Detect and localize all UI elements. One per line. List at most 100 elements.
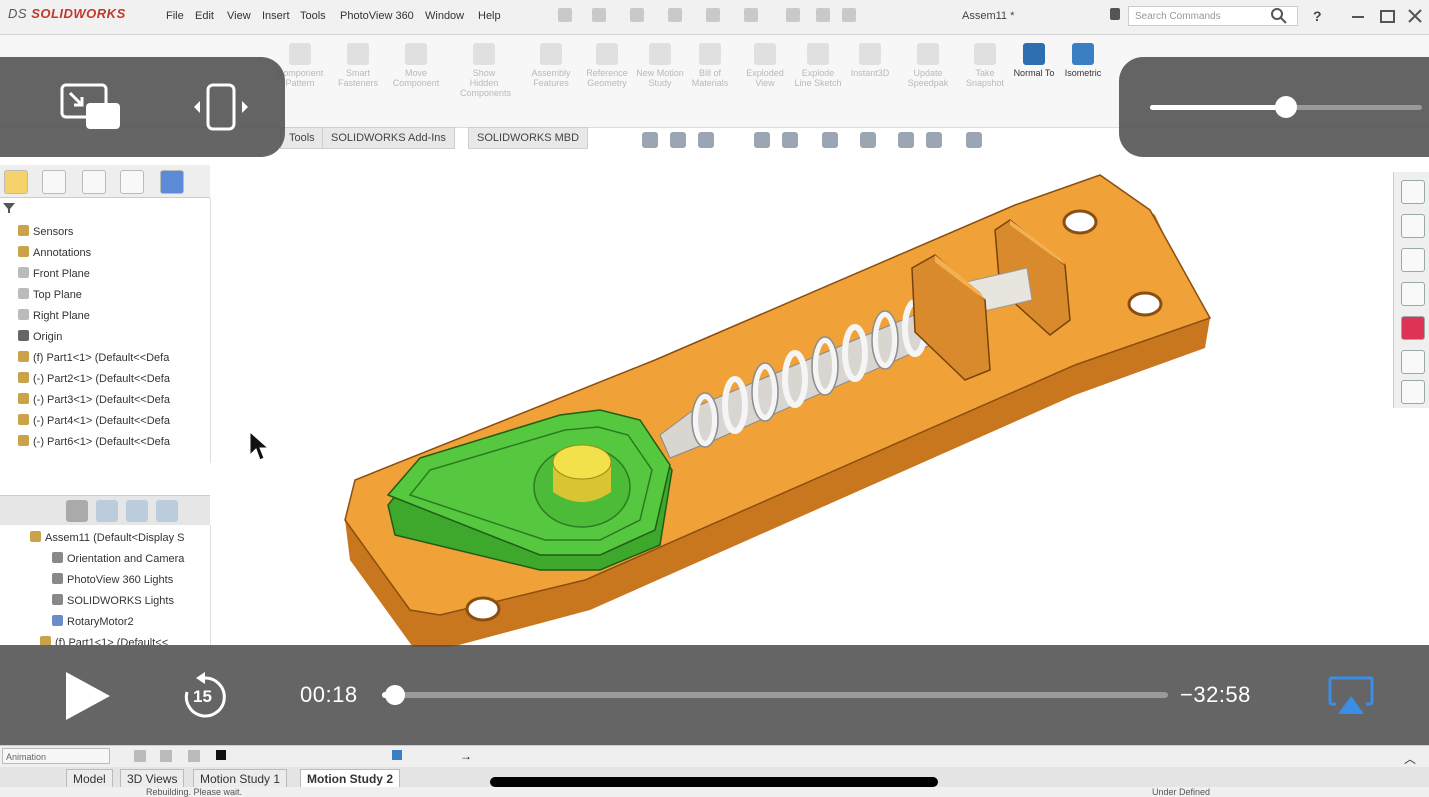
search-scope-icon[interactable] [1110, 8, 1120, 20]
study-type-select[interactable]: Animation [2, 748, 110, 764]
menu-photoview[interactable]: PhotoView 360 [340, 10, 414, 22]
menu-insert[interactable]: Insert [262, 10, 290, 22]
zoom-to-area-icon[interactable] [670, 132, 686, 148]
menu-window[interactable]: Window [425, 10, 464, 22]
smart-fasteners-button[interactable]: Smart Fasteners [334, 43, 382, 88]
isometric-button[interactable]: Isometric [1059, 43, 1107, 78]
tab-tools[interactable]: Tools [280, 127, 324, 149]
stop-icon[interactable] [216, 750, 226, 760]
tree-item[interactable]: (-) Part2<1> (Default<<Defa [18, 372, 170, 385]
bill-of-materials-button[interactable]: Bill of Materials [686, 43, 734, 88]
progress-scrubber[interactable] [382, 685, 1168, 705]
tab-motion-study-2[interactable]: Motion Study 2 [300, 769, 400, 789]
save-animation-icon[interactable] [392, 750, 402, 760]
tree-item[interactable]: (f) Part1<1> (Default<< [40, 636, 168, 645]
forum-icon[interactable] [1401, 380, 1425, 404]
volume-slider-knob[interactable] [1275, 96, 1297, 118]
progress-knob[interactable] [384, 685, 405, 705]
custom-properties-icon[interactable] [1401, 350, 1425, 374]
tab-3d-views[interactable]: 3D Views [120, 769, 185, 789]
volume-slider[interactable] [1150, 96, 1422, 118]
home-icon[interactable] [1401, 180, 1425, 204]
aspect-ratio-icon[interactable] [192, 83, 250, 131]
exploded-view-button[interactable]: Exploded View [741, 43, 789, 88]
play-button[interactable] [60, 668, 116, 724]
tree-item[interactable]: RotaryMotor2 [52, 615, 134, 628]
menu-view[interactable]: View [227, 10, 251, 22]
tree-item[interactable]: (-) Part4<1> (Default<<Defa [18, 414, 170, 427]
display-manager-tab-icon[interactable] [160, 170, 184, 194]
file-explorer-icon[interactable] [1401, 282, 1425, 306]
menu-edit[interactable]: Edit [195, 10, 214, 22]
airplay-icon[interactable] [1328, 676, 1374, 716]
file-properties-icon[interactable] [816, 8, 830, 22]
select-icon[interactable] [744, 8, 758, 22]
play-from-start-icon[interactable] [160, 750, 172, 762]
feature-manager-tab-icon[interactable] [4, 170, 28, 194]
open-icon[interactable] [592, 8, 606, 22]
tree-item[interactable]: Assem11 (Default<Display S [30, 531, 185, 544]
undo-icon[interactable] [706, 8, 720, 22]
new-document-icon[interactable] [558, 8, 572, 22]
display-style-icon[interactable] [860, 132, 876, 148]
resources-icon[interactable] [1401, 214, 1425, 238]
filter-animation-icon[interactable] [66, 500, 88, 522]
tab-solidworks-add-ins[interactable]: SOLIDWORKS Add-Ins [322, 127, 455, 149]
picture-in-picture-icon[interactable] [60, 83, 122, 131]
instant3d-button[interactable]: Instant3D [846, 43, 894, 78]
filter-driving-icon[interactable] [96, 500, 118, 522]
show-hidden-components-button[interactable]: Show Hidden Components [460, 43, 511, 98]
tab-model[interactable]: Model [66, 769, 113, 789]
update-speedpak-button[interactable]: Update Speedpak [904, 43, 952, 88]
play-icon[interactable] [188, 750, 200, 762]
tree-item[interactable]: Front Plane [18, 267, 90, 280]
menu-help[interactable]: Help [478, 10, 501, 22]
reference-geometry-button[interactable]: Reference Geometry [583, 43, 631, 88]
tree-item[interactable]: Sensors [18, 225, 73, 238]
edit-appearance-icon[interactable] [926, 132, 942, 148]
tree-item[interactable]: Top Plane [18, 288, 82, 301]
minimize-icon[interactable] [1352, 16, 1364, 18]
configuration-manager-tab-icon[interactable] [82, 170, 106, 194]
menu-file[interactable]: File [166, 10, 184, 22]
tab-motion-study-1[interactable]: Motion Study 1 [193, 769, 288, 789]
explode-line-sketch-button[interactable]: Explode Line Sketch [794, 43, 842, 88]
playback-mode-icon[interactable]: → [460, 749, 472, 763]
options-gear-icon[interactable] [842, 8, 856, 22]
close-icon[interactable] [1408, 9, 1422, 23]
tree-item[interactable]: Origin [18, 330, 62, 343]
tree-item[interactable]: (-) Part3<1> (Default<<Defa [18, 393, 170, 406]
tree-item[interactable]: (f) Part1<1> (Default<<Defa [18, 351, 169, 364]
collapse-chevron-icon[interactable]: ︿ [1404, 750, 1416, 767]
tree-item[interactable]: SOLIDWORKS Lights [52, 594, 174, 607]
section-view-icon[interactable] [754, 132, 770, 148]
property-manager-tab-icon[interactable] [42, 170, 66, 194]
tree-item[interactable]: (-) Part6<1> (Default<<Defa [18, 435, 170, 448]
skip-back-15-button[interactable]: 15 [180, 672, 230, 722]
move-component-button[interactable]: Move Component [392, 43, 440, 88]
print-icon[interactable] [668, 8, 682, 22]
take-snapshot-button[interactable]: Take Snapshot [961, 43, 1009, 88]
view-settings-icon[interactable] [966, 132, 982, 148]
rebuild-icon[interactable] [786, 8, 800, 22]
zoom-to-fit-icon[interactable] [642, 132, 658, 148]
tree-item[interactable]: Orientation and Camera [52, 552, 184, 565]
home-indicator[interactable] [490, 777, 938, 787]
search-icon[interactable] [1270, 7, 1288, 25]
save-icon[interactable] [630, 8, 644, 22]
calculate-icon[interactable] [134, 750, 146, 762]
filter-results-icon[interactable] [156, 500, 178, 522]
assembly-features-button[interactable]: Assembly Features [527, 43, 575, 88]
normal-to-button[interactable]: Normal To [1010, 43, 1058, 78]
tree-item[interactable]: Annotations [18, 246, 91, 259]
design-library-icon[interactable] [1401, 248, 1425, 272]
tree-item[interactable]: PhotoView 360 Lights [52, 573, 173, 586]
menu-tools[interactable]: Tools [300, 10, 326, 22]
restore-icon[interactable] [1380, 10, 1395, 23]
dimxpert-manager-tab-icon[interactable] [120, 170, 144, 194]
filter-selected-icon[interactable] [126, 500, 148, 522]
new-motion-study-button[interactable]: New Motion Study [636, 43, 684, 88]
tab-solidworks-mbd[interactable]: SOLIDWORKS MBD [468, 127, 589, 149]
appearances-icon[interactable] [1401, 316, 1425, 340]
filter-icon[interactable] [2, 202, 16, 214]
